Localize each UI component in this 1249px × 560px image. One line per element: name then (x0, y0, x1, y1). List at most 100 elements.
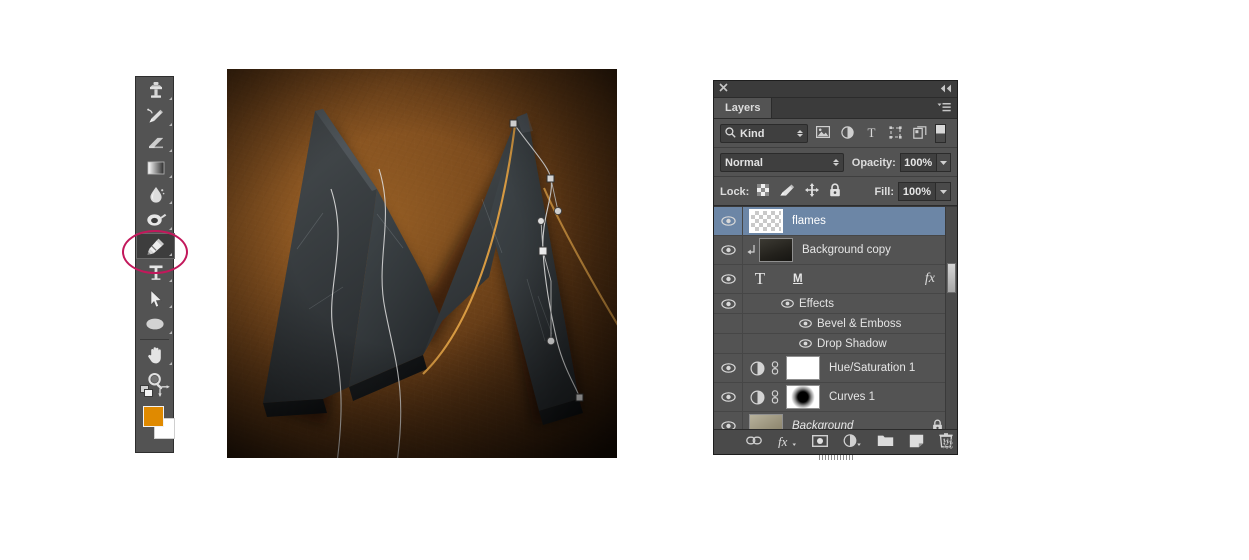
effect-row-drop-shadow[interactable]: Drop Shadow (714, 334, 957, 354)
tab-layers[interactable]: Layers (714, 98, 773, 118)
layer-mask-link-icon[interactable] (767, 390, 783, 404)
adjustment-layer-icon[interactable] (747, 360, 767, 376)
layer-name[interactable]: M (793, 273, 803, 285)
eye-icon (720, 245, 736, 255)
lock-image-pixels-icon[interactable] (779, 184, 795, 200)
eye-icon (720, 363, 736, 373)
effects-group-row[interactable]: Effects (714, 294, 957, 314)
chevron-updown-icon[interactable] (832, 159, 839, 166)
eraser-icon (148, 137, 163, 148)
effect-row-bevel-emboss[interactable]: Bevel & Emboss (714, 314, 957, 334)
tool-eraser[interactable] (136, 129, 175, 155)
filter-type-icons: T (816, 125, 927, 142)
layer-row-hue-saturation-1[interactable]: Hue/Saturation 1 (714, 354, 957, 383)
layer-row-background-copy[interactable]: Background copy (714, 236, 957, 265)
tab-layers-label: Layers (725, 102, 761, 114)
lock-all-icon[interactable] (829, 183, 841, 200)
close-icon[interactable] (719, 83, 728, 95)
document-canvas[interactable] (227, 69, 617, 458)
layer-list-scrollbar[interactable] (945, 207, 957, 440)
tool-separator (140, 339, 169, 340)
tool-submenu-triangle (169, 279, 172, 282)
filter-shape-icon[interactable] (889, 125, 902, 142)
layer-fx-indicator[interactable]: fx (925, 271, 935, 287)
layer-visibility-toggle[interactable] (714, 207, 743, 235)
blend-mode-value: Normal (725, 156, 763, 169)
effects-visibility-toggle[interactable] (714, 294, 743, 313)
layer-thumbnail[interactable] (759, 238, 793, 262)
layers-panel-footer: fx (714, 429, 957, 454)
new-adjustment-layer-icon[interactable] (843, 433, 862, 451)
tool-hand[interactable] (136, 342, 175, 368)
link-layers-icon[interactable] (746, 435, 762, 449)
layer-row-flames[interactable]: flames (714, 207, 957, 236)
effect-visibility-toggle[interactable] (747, 319, 812, 328)
filter-enable-toggle[interactable] (935, 124, 946, 143)
effects-row-eye-icon[interactable] (747, 299, 794, 308)
layer-style-fx-icon[interactable]: fx (777, 434, 797, 451)
layer-thumbnail-wrap (783, 385, 820, 409)
tool-path-selection[interactable] (136, 285, 175, 311)
layer-thumbnail[interactable] (749, 209, 783, 233)
layer-mask-thumbnail[interactable] (786, 385, 820, 409)
clipping-mask-icon (745, 244, 757, 256)
effect-visibility-toggle[interactable] (747, 339, 812, 348)
tool-submenu-triangle (169, 201, 172, 204)
layer-mask-link-icon[interactable] (767, 361, 783, 375)
lock-position-icon[interactable] (805, 183, 820, 200)
fill-value[interactable]: 100% (898, 182, 936, 201)
layer-name[interactable]: Background copy (802, 244, 891, 256)
collapse-to-icons-icon[interactable] (940, 84, 952, 96)
panel-drag-grip[interactable] (818, 455, 853, 460)
layer-visibility-toggle[interactable] (714, 383, 743, 411)
default-colors-icon[interactable] (140, 385, 155, 403)
layer-mask-thumbnail[interactable] (786, 356, 820, 380)
adjustment-layer-icon[interactable] (747, 389, 767, 405)
panel-title-bar (714, 81, 957, 98)
tool-ellipse[interactable] (136, 311, 175, 337)
lock-transparent-pixels-icon[interactable] (757, 184, 770, 199)
layer-row-curves-1[interactable]: Curves 1 (714, 383, 957, 412)
tool-submenu-triangle (169, 123, 172, 126)
tool-clone-stamp[interactable] (136, 77, 175, 103)
add-layer-mask-icon[interactable] (811, 434, 829, 450)
layer-visibility-toggle[interactable] (714, 236, 743, 264)
fill-dropdown-arrow[interactable] (936, 182, 951, 201)
opacity-value[interactable]: 100% (899, 153, 937, 172)
layer-thumbnail-wrap (757, 238, 793, 262)
scrollbar-thumb[interactable] (947, 263, 956, 293)
tool-pen[interactable] (136, 233, 175, 259)
layer-visibility-toggle[interactable] (714, 354, 743, 382)
type-layer-thumbnail[interactable]: T (743, 269, 777, 289)
tools-panel (135, 76, 175, 453)
new-group-icon[interactable] (877, 434, 894, 450)
eye-icon (799, 339, 812, 348)
chevron-updown-icon[interactable] (797, 130, 803, 137)
opacity-dropdown-arrow[interactable] (936, 153, 951, 172)
layer-visibility-toggle[interactable] (714, 265, 743, 293)
layer-row-m[interactable]: T M fx (714, 265, 957, 294)
tool-dodge[interactable] (136, 207, 175, 233)
svg-text:fx: fx (778, 434, 788, 448)
layer-name[interactable]: Hue/Saturation 1 (829, 362, 915, 374)
layer-name[interactable]: Curves 1 (829, 391, 875, 403)
filter-pixel-icon[interactable] (816, 126, 831, 141)
tool-type[interactable] (136, 259, 175, 285)
filter-smart-object-icon[interactable] (913, 125, 927, 142)
filter-kind-select[interactable]: Kind (720, 124, 808, 143)
layer-name[interactable]: flames (792, 215, 826, 227)
lock-row: Lock: Fill: 100% (714, 177, 957, 206)
new-layer-icon[interactable] (909, 434, 924, 451)
filter-adjustment-icon[interactable] (841, 125, 854, 142)
tool-blur[interactable] (136, 181, 175, 207)
filter-type-icon[interactable]: T (865, 125, 878, 142)
blend-mode-select[interactable]: Normal (720, 153, 844, 172)
swap-colors-icon[interactable] (158, 385, 171, 403)
panel-resize-grip[interactable] (943, 439, 953, 449)
tool-gradient[interactable] (136, 155, 175, 181)
foreground-color-swatch[interactable] (143, 406, 164, 427)
panel-menu-icon[interactable] (937, 102, 951, 116)
effect-label: Bevel & Emboss (817, 317, 902, 330)
eye-icon (720, 298, 736, 309)
tool-history-brush[interactable] (136, 103, 175, 129)
